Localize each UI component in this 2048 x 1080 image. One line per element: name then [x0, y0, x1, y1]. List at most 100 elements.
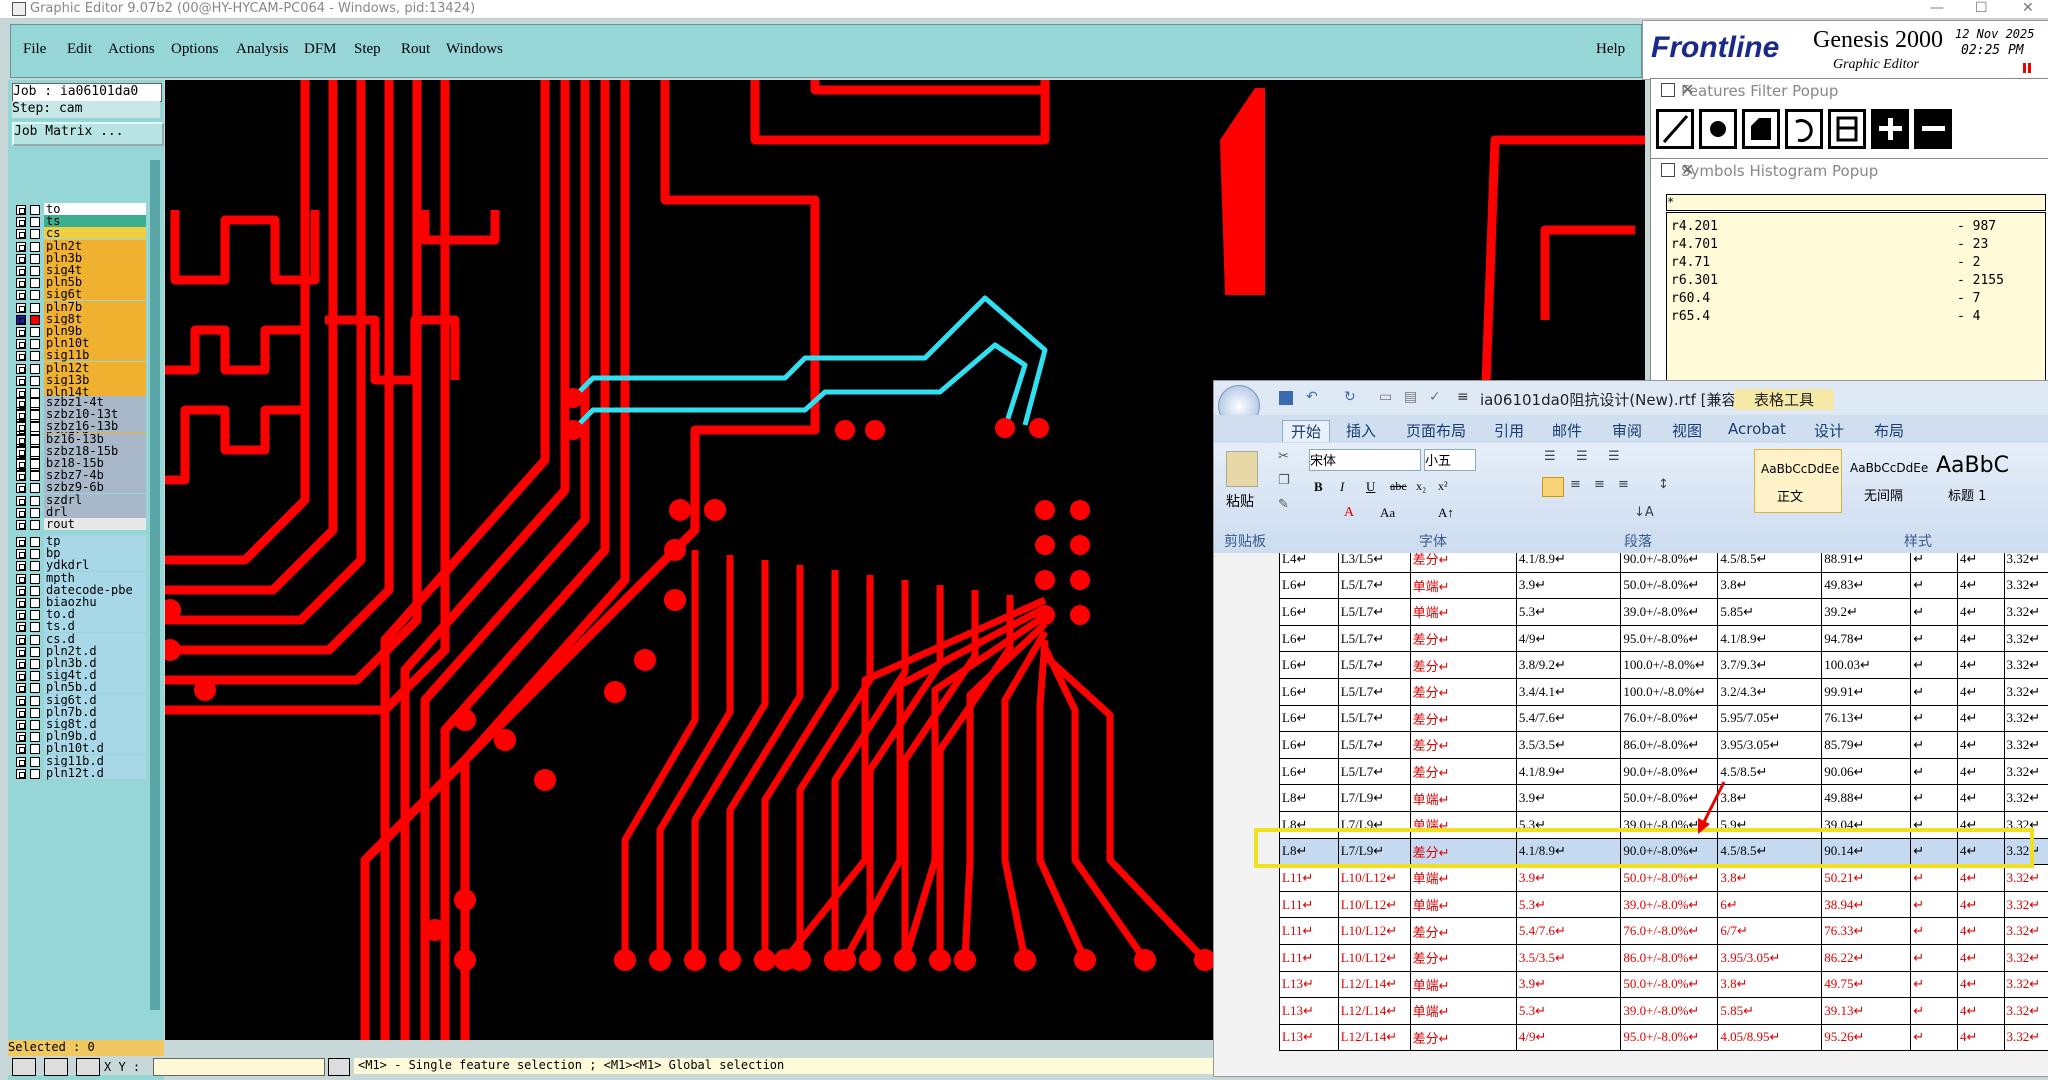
table-cell[interactable]: L6↵: [1280, 572, 1339, 599]
pad[interactable]: [454, 709, 476, 731]
table-cell[interactable]: L13↵: [1280, 998, 1339, 1025]
layer-affect-checkbox[interactable]: [30, 315, 40, 325]
table-cell[interactable]: 差分↵: [1410, 758, 1516, 785]
table-cell[interactable]: 5.95/7.05↵: [1718, 705, 1822, 732]
table-cell[interactable]: 4↵: [1958, 971, 2004, 998]
layer-checkbox[interactable]: [16, 435, 26, 445]
table-cell[interactable]: 50.21↵: [1822, 865, 1911, 892]
table-row[interactable]: L6↵L5/L7↵差分↵4/9↵95.0+/-8.0%↵4.1/8.9↵94.7…: [1280, 625, 2048, 652]
layer-name[interactable]: szbz18-15b: [44, 445, 146, 457]
layer-name[interactable]: bz18-15b: [44, 457, 146, 469]
table-cell[interactable]: 100.0+/-8.0%↵: [1621, 678, 1718, 705]
layer-affect-checkbox[interactable]: [30, 769, 40, 779]
pad[interactable]: [454, 949, 476, 971]
table-cell[interactable]: 3.9↵: [1516, 572, 1620, 599]
table-cell[interactable]: L6↵: [1280, 678, 1339, 705]
menu-actions[interactable]: Actions: [108, 41, 155, 58]
layer-affect-checkbox[interactable]: [30, 410, 40, 420]
layer-name[interactable]: mpth: [44, 572, 146, 584]
menu-windows[interactable]: Windows: [446, 41, 503, 58]
table-cell[interactable]: 3.32↵: [2004, 553, 2048, 572]
table-cell[interactable]: 100.0+/-8.0%↵: [1621, 652, 1718, 679]
table-cell[interactable]: L11↵: [1280, 944, 1339, 971]
table-cell[interactable]: 3.32↵: [2004, 625, 2048, 652]
tab-references[interactable]: 引用: [1494, 420, 1524, 441]
symbol-name[interactable]: r6.301: [1671, 273, 1718, 288]
layer-affect-checkbox[interactable]: [30, 647, 40, 657]
tab-view[interactable]: 视图: [1672, 420, 1702, 441]
table-cell[interactable]: 3.8↵: [1718, 572, 1822, 599]
table-cell[interactable]: ↵: [1911, 758, 1958, 785]
layer-checkbox[interactable]: [16, 496, 26, 506]
layer-checkbox[interactable]: [16, 549, 26, 559]
pad[interactable]: [604, 681, 626, 703]
layer-checkbox[interactable]: [16, 683, 26, 693]
plus-icon[interactable]: [1871, 109, 1909, 149]
layer-affect-checkbox[interactable]: [30, 598, 40, 608]
paste-label[interactable]: 粘贴: [1226, 491, 1254, 511]
layer-checkbox[interactable]: [16, 769, 26, 779]
table-cell[interactable]: L5/L7↵: [1338, 758, 1410, 785]
table-cell[interactable]: 3.32↵: [2004, 572, 2048, 599]
layer-affect-checkbox[interactable]: [30, 471, 40, 481]
table-cell[interactable]: 3.2/4.3↵: [1718, 678, 1822, 705]
layer-affect-checkbox[interactable]: [30, 732, 40, 742]
table-cell[interactable]: 6/7↵: [1718, 918, 1822, 945]
superscript-button[interactable]: x²: [1438, 479, 1448, 494]
layer-scrollbar[interactable]: [150, 160, 160, 1010]
layer-checkbox[interactable]: [16, 364, 26, 374]
layer-checkbox[interactable]: [16, 671, 26, 681]
layer-affect-checkbox[interactable]: [30, 520, 40, 530]
table-row[interactable]: L6↵L5/L7↵差分↵3.4/4.1↵100.0+/-8.0%↵3.2/4.3…: [1280, 678, 2048, 705]
copper-pour[interactable]: [1220, 88, 1265, 295]
table-cell[interactable]: L13↵: [1280, 1024, 1339, 1051]
table-row[interactable]: L8↵L7/L9↵单端↵3.9↵50.0+/-8.0%↵3.8↵49.88↵↵4…: [1280, 785, 2048, 812]
font-size-select[interactable]: 小五: [1424, 449, 1476, 471]
layer-checkbox[interactable]: [16, 696, 26, 706]
tab-layout[interactable]: 布局: [1874, 420, 1904, 441]
table-cell[interactable]: L5/L7↵: [1338, 705, 1410, 732]
layer-name[interactable]: pln7b.d: [44, 706, 146, 718]
tab-insert[interactable]: 插入: [1346, 420, 1376, 441]
table-cell[interactable]: 5.4/7.6↵: [1516, 918, 1620, 945]
italic-button[interactable]: I: [1340, 479, 1344, 495]
layer-name[interactable]: pln12t: [44, 362, 146, 374]
bold-button[interactable]: B: [1314, 479, 1323, 495]
table-cell[interactable]: 4↵: [1958, 758, 2004, 785]
table-cell[interactable]: 90.0+/-8.0%↵: [1621, 553, 1718, 572]
font-color-icon[interactable]: A: [1344, 505, 1354, 521]
table-cell[interactable]: 3.32↵: [2004, 918, 2048, 945]
layer-checkbox[interactable]: [16, 459, 26, 469]
tab-mailings[interactable]: 邮件: [1552, 420, 1582, 441]
grow-font-icon[interactable]: A↑: [1438, 505, 1454, 521]
table-cell[interactable]: 5.85↵: [1718, 998, 1822, 1025]
table-row[interactable]: L11↵L10/L12↵单端↵3.9↵50.0+/-8.0%↵3.8↵50.21…: [1280, 865, 2048, 892]
close-icon[interactable]: ✕: [1681, 80, 2041, 99]
pad[interactable]: [704, 499, 726, 521]
table-cell[interactable]: 76.0+/-8.0%↵: [1621, 918, 1718, 945]
save-icon[interactable]: [1279, 391, 1293, 405]
layer-affect-checkbox[interactable]: [30, 339, 40, 349]
multilevel-icon[interactable]: ☰: [1608, 449, 1620, 464]
layer-name[interactable]: szbz9-6b: [44, 481, 146, 493]
layer-affect-checkbox[interactable]: [30, 561, 40, 571]
layer-affect-checkbox[interactable]: [30, 549, 40, 559]
numbering-icon[interactable]: ☰: [1576, 449, 1588, 464]
layer-name[interactable]: sig6t.d: [44, 694, 146, 706]
menu-edit[interactable]: Edit: [67, 41, 92, 58]
table-cell[interactable]: 4.1/8.9↵: [1516, 553, 1620, 572]
table-cell[interactable]: 4↵: [1958, 678, 2004, 705]
menu-options[interactable]: Options: [171, 41, 219, 58]
table-row[interactable]: L4↵L3/L5↵差分↵4.1/8.9↵90.0+/-8.0%↵4.5/8.5↵…: [1280, 553, 2048, 572]
layer-affect-checkbox[interactable]: [30, 422, 40, 432]
layer-checkbox[interactable]: [16, 561, 26, 571]
table-cell[interactable]: 6↵: [1718, 891, 1822, 918]
layer-checkbox[interactable]: [16, 229, 26, 239]
table-cell[interactable]: 3.32↵: [2004, 599, 2048, 626]
table-cell[interactable]: 3.95/3.05↵: [1718, 944, 1822, 971]
layer-checkbox[interactable]: [16, 290, 26, 300]
pad[interactable]: [1035, 535, 1055, 555]
layer-affect-checkbox[interactable]: [30, 483, 40, 493]
table-cell[interactable]: 4↵: [1958, 891, 2004, 918]
table-cell[interactable]: 76.33↵: [1822, 918, 1911, 945]
